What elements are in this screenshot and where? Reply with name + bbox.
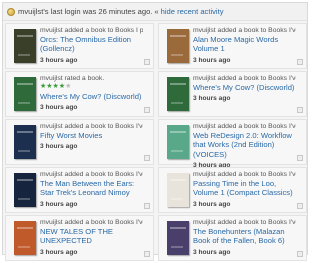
activity-action-text: mvuijlst rated a book. bbox=[40, 75, 105, 82]
book-title-link[interactable]: NEW TALES OF THE UNEXPECTED bbox=[40, 227, 143, 246]
activity-timestamp: 3 hours ago bbox=[193, 56, 231, 64]
book-cover-image[interactable] bbox=[14, 29, 36, 63]
book-cover-image[interactable] bbox=[167, 221, 189, 255]
activity-item: mvuijlst added a book to Books I've read… bbox=[5, 167, 154, 213]
activity-item: mvuijlst added a book to Books I've read… bbox=[158, 71, 307, 117]
book-cover-image[interactable] bbox=[14, 221, 36, 255]
activity-item: mvuijlst rated a book. ★★★★★ Where's My … bbox=[5, 71, 154, 117]
book-cover-image[interactable] bbox=[167, 125, 189, 159]
book-cover-image[interactable] bbox=[167, 29, 189, 63]
activity-timestamp: 3 hours ago bbox=[193, 248, 231, 256]
book-title-link[interactable]: Alan Moore Magic Words Volume 1 bbox=[193, 35, 296, 54]
activity-item: mvuijlst added a book to Books I plan to… bbox=[5, 23, 154, 69]
remove-item-icon[interactable] bbox=[144, 251, 150, 257]
remove-item-icon[interactable] bbox=[297, 107, 303, 113]
activity-item: mvuijlst added a book to Books I've read… bbox=[158, 23, 307, 69]
book-title-link[interactable]: The Man Between the Ears: Star Trek's Le… bbox=[40, 179, 143, 198]
rating-stars-empty: ★ bbox=[65, 83, 72, 90]
remove-item-icon[interactable] bbox=[297, 251, 303, 257]
rating-stars-filled: ★★★★ bbox=[40, 83, 66, 90]
activity-action-text: mvuijlst added a book to Books I've read… bbox=[193, 219, 296, 226]
book-title-link[interactable]: Where's My Cow? (Discworld) bbox=[193, 83, 296, 92]
activity-action-text: mvuijlst added a book to Books I've read… bbox=[40, 219, 143, 226]
activity-action-text: mvuijlst added a book to Books I've read… bbox=[40, 123, 143, 130]
remove-item-icon[interactable] bbox=[297, 155, 303, 161]
activity-action-text: mvuijlst added a book to Books I've read… bbox=[193, 75, 296, 82]
last-login-text: mvuijlst's last login was 26 minutes ago… bbox=[18, 7, 153, 16]
activity-timestamp: 3 hours ago bbox=[40, 248, 78, 256]
book-title-link[interactable]: Where's My Cow? (Discworld) bbox=[40, 92, 143, 101]
activity-timestamp: 3 hours ago bbox=[193, 95, 231, 103]
activity-header: mvuijlst's last login was 26 minutes ago… bbox=[3, 3, 307, 21]
activity-action-text: mvuijlst added a book to Books I've read… bbox=[40, 171, 143, 178]
activity-item: mvuijlst added a book to Books I've read… bbox=[158, 119, 307, 169]
star-rating: ★★★★★ bbox=[40, 83, 143, 91]
activity-action-text: mvuijlst added a book to Books I plan to… bbox=[40, 27, 143, 34]
remove-item-icon[interactable] bbox=[297, 203, 303, 209]
activity-item: mvuijlst added a book to Books I've read… bbox=[158, 215, 307, 261]
activity-item: mvuijlst added a book to Books I've read… bbox=[5, 119, 154, 165]
hide-recent-activity-link[interactable]: hide recent activity bbox=[161, 7, 224, 16]
activity-timestamp: 3 hours ago bbox=[193, 200, 231, 208]
activity-item: mvuijlst added a book to Books I've read… bbox=[5, 215, 154, 261]
user-status-icon bbox=[7, 7, 15, 16]
activity-timestamp: 3 hours ago bbox=[40, 143, 78, 151]
book-cover-image[interactable] bbox=[14, 125, 36, 159]
activity-timestamp: 3 hours ago bbox=[40, 200, 78, 208]
activity-feed: mvuijlst added a book to Books I plan to… bbox=[3, 21, 307, 263]
recent-activity-panel: mvuijlst's last login was 26 minutes ago… bbox=[2, 2, 308, 261]
book-title-link[interactable]: Web ReDesign 2.0: Workflow that Works (2… bbox=[193, 131, 296, 159]
activity-item: mvuijlst added a book to Books I've read… bbox=[158, 167, 307, 213]
activity-action-text: mvuijlst added a book to Books I've read… bbox=[193, 171, 296, 178]
activity-timestamp: 3 hours ago bbox=[40, 56, 78, 64]
book-cover-image[interactable] bbox=[14, 77, 36, 111]
remove-item-icon[interactable] bbox=[144, 155, 150, 161]
remove-item-icon[interactable] bbox=[144, 107, 150, 113]
book-cover-image[interactable] bbox=[167, 173, 189, 207]
activity-action-text: mvuijlst added a book to Books I've read… bbox=[193, 123, 296, 130]
book-cover-image[interactable] bbox=[14, 173, 36, 207]
activity-action-text: mvuijlst added a book to Books I've read… bbox=[193, 27, 296, 34]
remove-item-icon[interactable] bbox=[144, 59, 150, 65]
activity-timestamp: 3 hours ago bbox=[40, 104, 78, 112]
remove-item-icon[interactable] bbox=[144, 203, 150, 209]
book-title-link[interactable]: Fifty Worst Movies bbox=[40, 131, 143, 140]
book-title-link[interactable]: Orcs: The Omnibus Edition (Gollencz) bbox=[40, 35, 143, 54]
remove-item-icon[interactable] bbox=[297, 59, 303, 65]
book-cover-image[interactable] bbox=[167, 77, 189, 111]
book-title-link[interactable]: The Bonehunters (Malazan Book of the Fal… bbox=[193, 227, 296, 246]
separator-glyph: « bbox=[154, 7, 159, 16]
book-title-link[interactable]: Passing Time in the Loo, Volume 1 (Compa… bbox=[193, 179, 296, 198]
